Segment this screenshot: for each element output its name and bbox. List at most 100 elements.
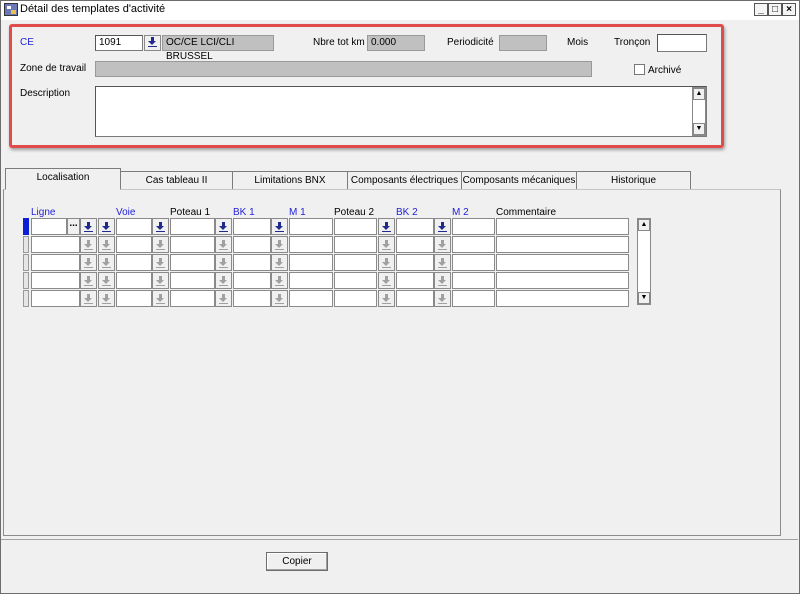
ligne-lookup-button[interactable] [80, 218, 97, 235]
grid-cell-ligne[interactable] [31, 218, 67, 235]
bk2-lookup-button[interactable] [378, 290, 395, 307]
bk2-lookup-button[interactable] [378, 272, 395, 289]
grid-cell-voie[interactable] [116, 272, 152, 289]
bk1-lookup-button[interactable] [215, 254, 232, 271]
poteau1-lookup-button[interactable] [152, 272, 169, 289]
m1-lookup-button[interactable] [271, 254, 288, 271]
grid-cell-voie[interactable] [116, 236, 152, 253]
row-selector[interactable] [23, 290, 29, 307]
m1-lookup-button[interactable] [271, 290, 288, 307]
bk2-lookup-button[interactable] [378, 236, 395, 253]
grid-cell-commentaire[interactable] [496, 236, 629, 253]
tab-composants-electriques[interactable]: Composants électriques [347, 171, 462, 189]
grid-cell-m2[interactable] [452, 254, 495, 271]
grid-cell-poteau1[interactable] [170, 290, 215, 307]
grid-cell-m1[interactable] [289, 218, 333, 235]
grid-cell-commentaire[interactable] [496, 290, 629, 307]
bk2-lookup-button[interactable] [378, 254, 395, 271]
grid-cell-poteau1[interactable] [170, 272, 215, 289]
ligne-lookup-button[interactable] [80, 290, 97, 307]
bk1-lookup-button[interactable] [215, 290, 232, 307]
grid-cell-bk1[interactable] [233, 272, 271, 289]
voie-lookup-button[interactable] [98, 218, 115, 235]
minimize-button[interactable]: _ [754, 3, 768, 16]
grid-cell-ligne[interactable] [31, 254, 80, 271]
grid-cell-poteau1[interactable] [170, 254, 215, 271]
grid-cell-commentaire[interactable] [496, 254, 629, 271]
grid-cell-poteau1[interactable] [170, 218, 215, 235]
row-selector[interactable] [23, 272, 29, 289]
m1-lookup-button[interactable] [271, 236, 288, 253]
m2-lookup-button[interactable] [434, 218, 451, 235]
grid-cell-ligne[interactable] [31, 236, 80, 253]
grid-cell-bk2[interactable] [396, 254, 434, 271]
m2-lookup-button[interactable] [434, 254, 451, 271]
grid-scroll-down-arrow-icon[interactable]: ▼ [638, 292, 650, 304]
grid-cell-poteau2[interactable] [334, 218, 377, 235]
grid-cell-m2[interactable] [452, 290, 495, 307]
voie-lookup-button[interactable] [98, 236, 115, 253]
grid-cell-poteau2[interactable] [334, 272, 377, 289]
grid-cell-commentaire[interactable] [496, 218, 629, 235]
row-selector[interactable] [23, 254, 29, 271]
bk1-lookup-button[interactable] [215, 236, 232, 253]
poteau1-lookup-button[interactable] [152, 218, 169, 235]
m2-lookup-button[interactable] [434, 236, 451, 253]
row-selector[interactable] [23, 236, 29, 253]
grid-cell-ligne[interactable] [31, 272, 80, 289]
grid-cell-bk2[interactable] [396, 236, 434, 253]
m2-lookup-button[interactable] [434, 290, 451, 307]
maximize-button[interactable]: □ [768, 3, 782, 16]
m1-lookup-button[interactable] [271, 218, 288, 235]
tab-historique[interactable]: Historique [576, 171, 691, 189]
grid-cell-poteau2[interactable] [334, 254, 377, 271]
grid-cell-bk1[interactable] [233, 236, 271, 253]
grid-cell-m2[interactable] [452, 218, 495, 235]
grid-cell-voie[interactable] [116, 218, 152, 235]
tab-composants-mecaniques[interactable]: Composants mécaniques [461, 171, 577, 189]
grid-cell-bk2[interactable] [396, 290, 434, 307]
ligne-lookup-button[interactable] [80, 272, 97, 289]
grid-cell-bk2[interactable] [396, 272, 434, 289]
copier-button[interactable]: Copier [266, 552, 328, 571]
m2-lookup-button[interactable] [434, 272, 451, 289]
grid-cell-bk1[interactable] [233, 254, 271, 271]
m1-lookup-button[interactable] [271, 272, 288, 289]
bk2-lookup-button[interactable] [378, 218, 395, 235]
grid-cell-ligne[interactable] [31, 290, 80, 307]
voie-lookup-button[interactable] [98, 290, 115, 307]
grid-cell-bk1[interactable] [233, 218, 271, 235]
grid-cell-m1[interactable] [289, 236, 333, 253]
grid-cell-bk2[interactable] [396, 218, 434, 235]
grid-cell-voie[interactable] [116, 290, 152, 307]
bk1-lookup-button[interactable] [215, 218, 232, 235]
grid-cell-m2[interactable] [452, 236, 495, 253]
grid-cell-m2[interactable] [452, 272, 495, 289]
voie-lookup-button[interactable] [98, 254, 115, 271]
grid-cell-m1[interactable] [289, 272, 333, 289]
close-button[interactable]: × [782, 3, 796, 16]
grid-scrollbar[interactable]: ▲ ▼ [637, 218, 651, 305]
poteau1-lookup-button[interactable] [152, 254, 169, 271]
row-selector[interactable] [23, 218, 29, 235]
grid-cell-m1[interactable] [289, 290, 333, 307]
grid-cell-voie[interactable] [116, 254, 152, 271]
tab-cas-tableau-ii[interactable]: Cas tableau II [120, 171, 233, 189]
grid-cell-commentaire[interactable] [496, 272, 629, 289]
grid-cell-poteau2[interactable] [334, 236, 377, 253]
poteau1-lookup-button[interactable] [152, 236, 169, 253]
ligne-lookup-button[interactable] [80, 236, 97, 253]
grid-cell-m1[interactable] [289, 254, 333, 271]
grid-cell-poteau2[interactable] [334, 290, 377, 307]
download-icon [438, 257, 447, 268]
grid-cell-poteau1[interactable] [170, 236, 215, 253]
tab-limitations-bnx[interactable]: Limitations BNX [232, 171, 348, 189]
ligne-browse-button[interactable]: ... [67, 218, 80, 235]
ligne-lookup-button[interactable] [80, 254, 97, 271]
grid-cell-bk1[interactable] [233, 290, 271, 307]
voie-lookup-button[interactable] [98, 272, 115, 289]
bk1-lookup-button[interactable] [215, 272, 232, 289]
tab-localisation[interactable]: Localisation [5, 168, 121, 190]
grid-scroll-up-arrow-icon[interactable]: ▲ [638, 219, 650, 231]
poteau1-lookup-button[interactable] [152, 290, 169, 307]
